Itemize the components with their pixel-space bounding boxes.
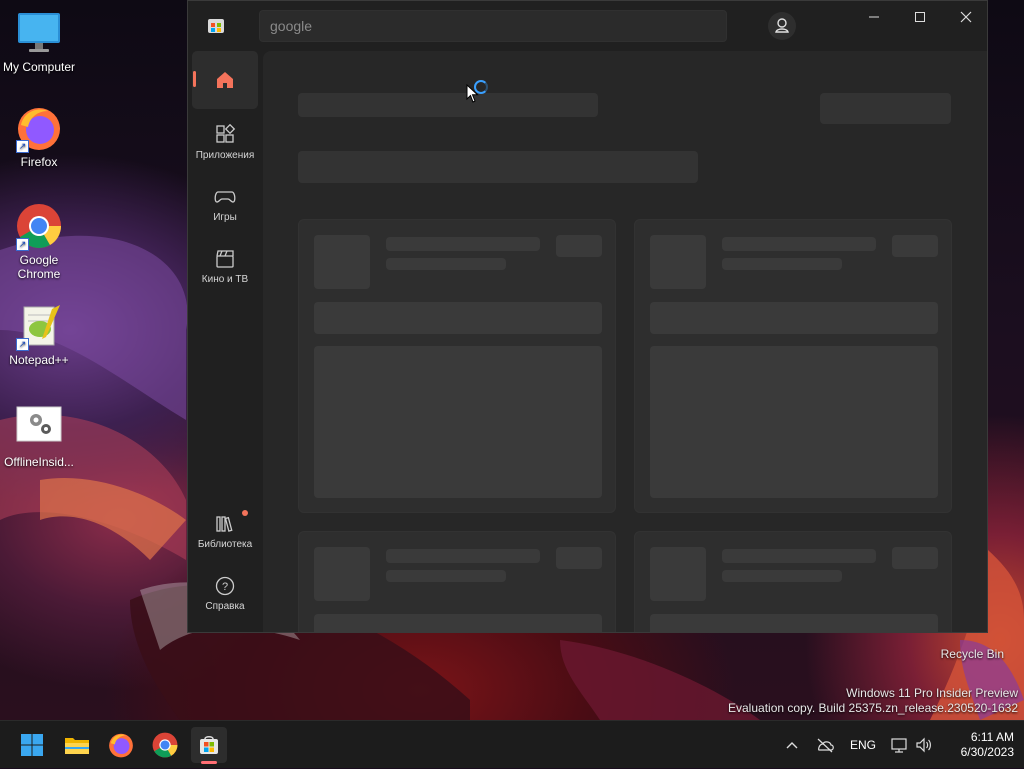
shortcut-arrow-icon: ↗	[16, 140, 29, 153]
volume-button[interactable]	[915, 721, 933, 769]
clock-date: 6/30/2023	[960, 745, 1014, 759]
desktop-icon-my-computer[interactable]: My Computer	[0, 10, 78, 74]
watermark-line2: Evaluation copy. Build 25375.zn_release.…	[728, 701, 1018, 715]
desktop-icon-notepadpp[interactable]: ↗ Notepad++	[0, 303, 78, 367]
search-input[interactable]: google	[259, 10, 727, 42]
store-icon	[200, 736, 218, 754]
start-button[interactable]	[14, 727, 50, 763]
maximize-button[interactable]	[897, 1, 943, 33]
shortcut-arrow-icon: ↗	[16, 238, 29, 251]
desktop-icon-offlineinsider[interactable]: OfflineInsid...	[0, 405, 78, 469]
skeleton-card	[634, 219, 952, 513]
desktop-icon-chrome[interactable]: ↗ Google Chrome	[0, 203, 78, 281]
desktop-icon-label: Notepad++	[9, 353, 69, 367]
network-icon	[891, 738, 907, 753]
active-indicator	[193, 71, 196, 87]
nav-label: Справка	[205, 601, 245, 612]
firefox-icon: ↗	[16, 105, 62, 153]
taskbar-file-explorer[interactable]	[59, 727, 95, 763]
nav-library[interactable]: Библиотека	[192, 506, 258, 564]
content-loading-skeleton	[263, 51, 987, 632]
home-icon	[217, 72, 233, 88]
store-icon	[208, 19, 224, 33]
microsoft-store-window: google Приложения Игры Кино и ТВ Библиот…	[187, 0, 988, 633]
account-button[interactable]	[768, 12, 796, 40]
taskbar-firefox[interactable]	[103, 727, 139, 763]
nav-label: Приложения	[195, 150, 255, 161]
clock-button[interactable]: 6:11 AM 6/30/2023	[944, 721, 1014, 769]
sidebar: Приложения Игры Кино и ТВ Библиотека ? С…	[188, 51, 262, 632]
clapperboard-icon	[216, 250, 234, 268]
language-indicator[interactable]: ENG	[850, 721, 876, 769]
nav-label: Библиотека	[197, 539, 253, 550]
chevron-up-icon	[786, 742, 798, 749]
svg-text:?: ?	[222, 581, 228, 593]
onedrive-button[interactable]	[815, 721, 835, 769]
chrome-icon	[152, 732, 178, 758]
recycle-bin-label[interactable]: Recycle Bin	[941, 647, 1004, 661]
nav-label: Игры	[213, 212, 237, 223]
skeleton-button	[820, 93, 951, 124]
taskbar: ENG 6:11 AM 6/30/2023	[0, 720, 1024, 768]
skeleton-card	[298, 531, 616, 632]
help-icon: ?	[215, 576, 235, 596]
nav-help[interactable]: ? Справка	[192, 568, 258, 626]
gear-app-icon	[16, 405, 62, 451]
library-icon	[216, 516, 233, 532]
skeleton-title	[298, 93, 598, 117]
skeleton-subtitle	[298, 151, 698, 183]
desktop-icon-label: Firefox	[20, 155, 58, 169]
desktop-icon-label: My Computer	[2, 60, 76, 74]
nav-home[interactable]	[192, 51, 258, 109]
minimize-button[interactable]	[851, 1, 897, 33]
gamepad-icon	[214, 191, 236, 203]
notification-badge	[242, 510, 248, 516]
active-app-indicator	[201, 761, 217, 764]
title-bar[interactable]: google	[188, 1, 987, 51]
shortcut-arrow-icon: ↗	[16, 338, 29, 351]
volume-icon	[916, 737, 931, 753]
onedrive-offline-icon	[817, 738, 834, 753]
taskbar-microsoft-store[interactable]	[191, 727, 227, 763]
nav-apps[interactable]: Приложения	[192, 117, 258, 175]
taskbar-chrome[interactable]	[147, 727, 183, 763]
maximize-icon	[915, 12, 925, 22]
desktop-icon-label: Google Chrome	[17, 253, 61, 281]
minimize-icon	[869, 16, 879, 18]
file-explorer-icon	[65, 738, 89, 754]
desktop-icon-firefox[interactable]: ↗ Firefox	[0, 105, 78, 169]
monitor-icon	[16, 10, 62, 56]
apps-icon	[216, 124, 236, 143]
close-icon	[960, 11, 972, 23]
desktop-icon-label: OfflineInsid...	[4, 455, 74, 469]
skeleton-card	[298, 219, 616, 513]
firefox-icon	[109, 733, 133, 758]
watermark-line1: Windows 11 Pro Insider Preview	[846, 686, 1018, 700]
network-button[interactable]	[891, 721, 909, 769]
nav-label: Кино и ТВ	[201, 274, 249, 285]
clock-time: 6:11 AM	[970, 730, 1014, 744]
skeleton-card	[634, 531, 952, 632]
show-hidden-icons-button[interactable]	[785, 721, 799, 769]
notepad-plus-plus-icon: ↗	[16, 303, 62, 351]
account-icon	[775, 18, 789, 33]
close-button[interactable]	[943, 1, 987, 33]
nav-movies-tv[interactable]: Кино и ТВ	[192, 241, 258, 299]
chrome-icon: ↗	[16, 203, 62, 251]
nav-games[interactable]: Игры	[192, 179, 258, 237]
mouse-cursor-icon	[466, 84, 479, 103]
start-icon	[21, 734, 43, 756]
